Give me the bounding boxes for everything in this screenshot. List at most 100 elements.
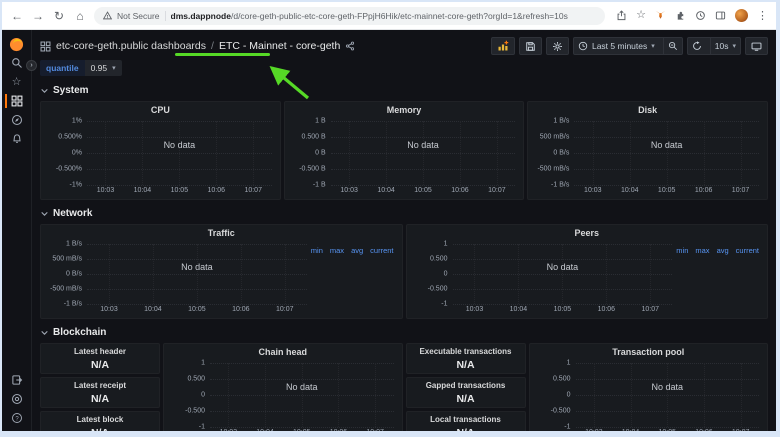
legend-item-current[interactable]: current <box>370 246 393 317</box>
home-icon[interactable]: ⌂ <box>73 10 87 22</box>
sidebar-toggle-icon[interactable] <box>715 10 726 21</box>
history-icon[interactable] <box>695 10 706 21</box>
graph-panel: CPU1%0.500%0%-0.500%-1%No data10:0310:04… <box>40 101 281 200</box>
panel-title[interactable]: Memory <box>285 102 524 117</box>
server-admin-icon[interactable] <box>2 392 31 406</box>
gridline-vertical <box>562 244 563 304</box>
plot-area[interactable]: No data10:0310:0410:0510:0610:07 <box>210 359 398 431</box>
graph-panel: Transaction pool10.5000-0.500-1No data10… <box>529 343 769 431</box>
extensions-puzzle-icon[interactable] <box>675 10 686 21</box>
x-axis-tick: 10:03 <box>87 306 131 317</box>
reload-icon[interactable]: ↻ <box>52 10 66 22</box>
zoom-out-button[interactable] <box>663 38 682 54</box>
metamask-fox-icon[interactable] <box>655 10 666 21</box>
legend-item-max[interactable]: max <box>695 246 709 317</box>
section-header-network[interactable]: Network <box>40 207 768 220</box>
variable-value-dropdown[interactable]: 0.95 ▾ <box>85 60 122 76</box>
time-range-button[interactable]: Last 5 minutes ▾ <box>574 38 659 54</box>
gridline-vertical <box>518 244 519 304</box>
x-axis: 10:0310:0410:0510:0610:07 <box>87 306 307 317</box>
plot-area[interactable]: No data10:0310:0410:0510:0610:07 <box>331 117 520 198</box>
panel-title[interactable]: Peers <box>407 225 768 240</box>
plot-area[interactable]: No data10:0310:0410:0510:0610:07 <box>87 117 276 198</box>
panel-title[interactable]: Disk <box>528 102 767 117</box>
y-axis-tick: -1 B <box>313 182 326 189</box>
y-axis-tick: 0 <box>201 392 205 399</box>
y-axis-tick: 1 B <box>315 118 326 125</box>
back-arrow-icon[interactable]: ← <box>10 10 24 22</box>
y-axis-tick: 0 B/s <box>553 150 569 157</box>
section-title: Network <box>53 208 92 219</box>
x-axis: 10:0310:0410:0510:0610:07 <box>576 429 760 431</box>
help-icon[interactable]: ? <box>2 411 31 425</box>
gridline-vertical <box>228 363 229 427</box>
legend-item-current[interactable]: current <box>736 246 759 317</box>
save-dashboard-button[interactable] <box>519 37 542 55</box>
add-panel-icon <box>497 40 509 52</box>
stat-panel-title[interactable]: Latest header <box>74 347 126 356</box>
breadcrumb-current[interactable]: ETC - Mainnet - core-geth <box>219 40 340 52</box>
refresh-interval-button[interactable]: 10s ▾ <box>710 38 740 54</box>
x-axis-tick: 10:07 <box>722 187 759 198</box>
y-axis-tick: -1 <box>564 424 570 431</box>
stat-panel-title[interactable]: Executable transactions <box>419 347 511 356</box>
dashboard-settings-button[interactable] <box>546 37 569 55</box>
expand-sidebar-chevron[interactable]: › <box>26 60 37 71</box>
star-icon[interactable]: ☆ <box>636 10 646 21</box>
explore-compass-icon[interactable] <box>2 113 31 127</box>
legend-item-min[interactable]: min <box>676 246 688 317</box>
x-axis-tick: 10:03 <box>87 187 124 198</box>
x-axis-tick: 10:05 <box>649 429 686 431</box>
grafana-logo[interactable] <box>2 37 31 51</box>
stat-panel-title[interactable]: Latest receipt <box>74 381 126 390</box>
section-title: Blockchain <box>53 327 106 338</box>
stat-panel-title[interactable]: Latest block <box>77 415 124 424</box>
gridline-vertical <box>606 244 607 304</box>
stat-panel-value: N/A <box>91 427 109 432</box>
share-icon[interactable] <box>616 10 627 21</box>
share-dashboard-icon[interactable] <box>345 41 355 51</box>
plot-area[interactable]: No data10:0310:0410:0510:0610:07 <box>574 117 763 198</box>
screenshot-frame: ← → ↻ ⌂ Not Secure dms.dappnode/d/core-g… <box>0 0 780 437</box>
x-axis-tick: 10:07 <box>628 306 672 317</box>
legend-item-max[interactable]: max <box>330 246 344 317</box>
starred-icon[interactable]: ☆ <box>2 75 31 89</box>
x-axis-tick: 10:04 <box>131 306 175 317</box>
address-bar[interactable]: Not Secure dms.dappnode/d/core-geth-publ… <box>94 7 605 25</box>
refresh-button[interactable] <box>688 38 706 54</box>
x-axis: 10:0310:0410:0510:0610:07 <box>574 187 759 198</box>
alerting-bell-icon[interactable] <box>2 132 31 146</box>
panel-title[interactable]: Traffic <box>41 225 402 240</box>
section-header-blockchain[interactable]: Blockchain <box>40 326 768 339</box>
chevron-down-icon: ▾ <box>732 42 736 50</box>
panel-title[interactable]: Chain head <box>164 344 402 359</box>
plot-grid: No data <box>453 244 673 304</box>
tv-kiosk-button[interactable] <box>745 37 768 55</box>
stat-panel-title[interactable]: Local transactions <box>430 415 501 424</box>
panel-title[interactable]: Transaction pool <box>530 344 768 359</box>
profile-avatar[interactable] <box>735 9 748 22</box>
legend-item-min[interactable]: min <box>311 246 323 317</box>
add-panel-button[interactable] <box>491 37 515 55</box>
dashboards-grid-icon[interactable] <box>2 94 31 108</box>
legend-item-avg[interactable]: avg <box>351 246 363 317</box>
legend-item-avg[interactable]: avg <box>717 246 729 317</box>
plot-area[interactable]: No data10:0310:0410:0510:0610:07 <box>87 240 311 317</box>
gridline-vertical <box>375 363 376 427</box>
kebab-menu-icon[interactable]: ⋮ <box>757 9 768 22</box>
stat-panel-title[interactable]: Gapped transactions <box>426 381 506 390</box>
gridline-vertical <box>285 244 286 304</box>
panel-title[interactable]: CPU <box>41 102 280 117</box>
plot-area[interactable]: No data10:0310:0410:0510:0610:07 <box>576 359 764 431</box>
gridline-horizontal <box>210 427 394 428</box>
panel-body: 1 B/s500 mB/s0 B/s-500 mB/s-1 B/sNo data… <box>528 117 767 199</box>
section-header-system[interactable]: System <box>40 84 768 97</box>
gridline-vertical <box>631 363 632 427</box>
y-axis-tick: -0.500% <box>56 166 82 173</box>
forward-arrow-icon[interactable]: → <box>31 10 45 22</box>
gridline-vertical <box>704 363 705 427</box>
no-data-label: No data <box>453 262 673 272</box>
breadcrumb-root[interactable]: etc-core-geth.public dashboards <box>56 40 206 52</box>
sign-in-icon[interactable] <box>2 373 31 387</box>
plot-area[interactable]: No data10:0310:0410:0510:0610:07 <box>453 240 677 317</box>
